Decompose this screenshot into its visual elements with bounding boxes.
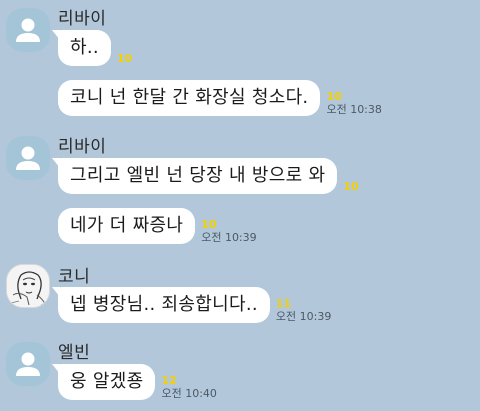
- default-profile-icon[interactable]: [6, 8, 50, 52]
- profile-photo-icon[interactable]: [6, 264, 50, 308]
- sender-name: 리바이: [58, 9, 107, 29]
- message-row: 그리고 엘빈 넌 당장 내 방으로 와 10: [51, 158, 359, 194]
- message-bubble[interactable]: 그리고 엘빈 넌 당장 내 방으로 와: [51, 158, 338, 194]
- message-bubble[interactable]: 코니 넌 한달 간 화장실 청소다.: [58, 80, 321, 116]
- message-meta: 10 오전 10:39: [201, 219, 256, 244]
- message-bubble[interactable]: 넵 병장님.. 죄송합니다..: [52, 287, 270, 323]
- chat-message-list: 리바이 하.. 10 코니 넌 한달 간 화장실 청소다. 10 오전 10:3…: [0, 0, 480, 411]
- unread-count: 10: [116, 52, 133, 65]
- message-meta: 12 오전 10:40: [161, 375, 216, 400]
- message-time: 오전 10:40: [161, 387, 217, 400]
- message-bubble[interactable]: 네가 더 짜증나: [58, 208, 196, 244]
- message-time: 오전 10:39: [201, 231, 257, 244]
- default-profile-icon[interactable]: [6, 136, 50, 180]
- unread-count: 10: [343, 180, 359, 193]
- message-row: 네가 더 짜증나 10 오전 10:39: [58, 208, 257, 244]
- message-meta: 10: [343, 181, 358, 194]
- message-row: 코니 넌 한달 간 화장실 청소다. 10 오전 10:38: [58, 80, 382, 116]
- message-time: 오전 10:38: [326, 103, 382, 116]
- message-row: 넵 병장님.. 죄송합니다.. 11 오전 10:39: [52, 287, 331, 323]
- message-meta: 10 오전 10:38: [326, 91, 381, 116]
- sender-name: 코니: [58, 267, 91, 287]
- sender-name: 엘빈: [58, 343, 91, 363]
- message-row: 웅 알겠죵 12 오전 10:40: [51, 364, 217, 400]
- default-profile-icon[interactable]: [6, 342, 50, 386]
- message-row: 하.. 10: [52, 30, 132, 66]
- message-meta: 11 오전 10:39: [276, 298, 331, 323]
- unread-count: 11: [275, 297, 292, 310]
- message-bubble[interactable]: 웅 알겠죵: [51, 364, 156, 400]
- sender-name: 리바이: [58, 137, 107, 157]
- message-time: 오전 10:39: [275, 310, 332, 323]
- unread-count: 12: [161, 374, 177, 387]
- message-meta: 10: [117, 53, 132, 66]
- unread-count: 10: [201, 218, 217, 231]
- unread-count: 10: [326, 90, 342, 103]
- message-bubble[interactable]: 하..: [52, 30, 111, 66]
